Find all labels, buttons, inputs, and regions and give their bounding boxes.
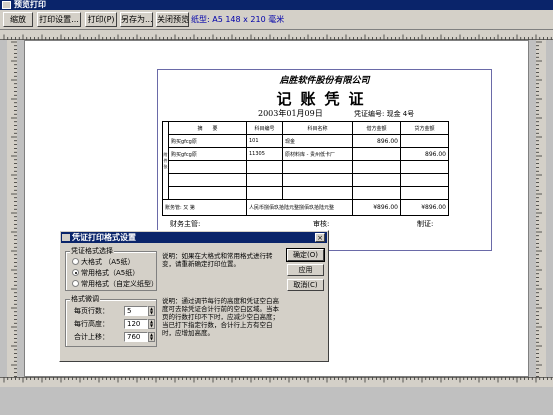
total-in-words: 人民币捌佰玖拾陆元整捌佰玖拾陆元整 [246, 199, 353, 216]
ok-button[interactable]: 确定(O) [286, 248, 325, 262]
voucher-date: 2003年01月09日 [258, 109, 323, 118]
format-select-group: 凭证格式选择 大格式 （A5纸） 常用格式（A5纸） 常用格式（自定义纸型） [65, 246, 158, 291]
radio-custom-label: 常用格式（自定义纸型） [81, 280, 158, 288]
sign-maker: 制证: [417, 220, 434, 228]
total-debit: ¥896.00 [352, 199, 401, 216]
row-debit: 896.00 [352, 134, 401, 148]
row-summary [168, 160, 247, 174]
table-header-row: 附件张 摘 要 科目编号 科目名称 借方金额 贷方金额 [162, 121, 449, 200]
row-height-spinner[interactable]: ▲ ▼ [148, 319, 155, 329]
radio-large-format[interactable]: 大格式 （A5纸） [72, 257, 134, 267]
total-offset-label: 合计上移： [74, 333, 109, 341]
format-description: 说明：如果在大格式和常用格式进行转变，请重新确定打印位置。 [162, 252, 273, 268]
row-credit [400, 173, 449, 187]
print-button[interactable]: 打印(P) [85, 12, 117, 27]
voucher-table: 附件张 摘 要 科目编号 科目名称 借方金额 贷方金额 购买gfcg原 101 … [162, 121, 449, 216]
row-debit [352, 173, 401, 187]
window-title: 预览打印 [14, 0, 46, 9]
radio-large-indicator[interactable] [72, 258, 79, 265]
row-summary: 购买gfcg原 [168, 134, 247, 148]
row-code [246, 173, 283, 187]
column-header-subject-code: 科目编号 [246, 121, 283, 135]
total-offset-input[interactable]: 760 [124, 332, 148, 342]
row-credit [400, 134, 449, 148]
row-summary [168, 186, 247, 200]
column-header-credit: 贷方金额 [400, 121, 449, 135]
dialog-title: 凭证打印格式设置 [72, 233, 136, 242]
sign-supervisor: 财务主管: [170, 220, 201, 228]
cancel-button[interactable]: 取消(C) [287, 279, 324, 291]
row-debit [352, 160, 401, 174]
table-total-row: 账务管: 又 第 人民币捌佰玖拾陆元整捌佰玖拾陆元整 ¥896.00 ¥896.… [162, 199, 449, 216]
row-summary [168, 173, 247, 187]
rows-per-page-input[interactable]: 5 [124, 306, 148, 316]
row-code: 11305 [246, 147, 283, 161]
total-label-text: 账务管: 又 第 [165, 205, 195, 211]
format-group-label: 凭证格式选择 [70, 246, 114, 256]
rows-per-page-spinner[interactable]: ▲ ▼ [148, 306, 155, 316]
total-offset-row: 合计上移： 760 ▲ ▼ [74, 332, 155, 342]
column-header-summary: 摘 要 [168, 121, 247, 135]
print-setup-button[interactable]: 打印设置... [37, 12, 81, 27]
row-summary: 购买gfcg原 [168, 147, 247, 161]
rows-per-page-label: 每页行数： [74, 307, 109, 315]
row-name [282, 160, 353, 174]
app-icon [2, 1, 11, 9]
close-preview-button[interactable]: 关闭预览 [156, 12, 189, 27]
voucher-title: 记账凭证 [276, 90, 373, 108]
radio-custom-format[interactable]: 常用格式（自定义纸型） [72, 279, 158, 289]
voucher-print-format-dialog: 凭证打印格式设置 × 凭证格式选择 大格式 （A5纸） 常用格式（A5纸） 常用… [59, 230, 329, 362]
fine-tune-description: 说明：通过调节每行的高度和凭证空白高度可去除凭证合计行前的空白区域。当本页的行数… [162, 297, 279, 337]
save-as-button[interactable]: 另存为... [120, 12, 153, 27]
row-name [282, 186, 353, 200]
radio-common-format[interactable]: 常用格式（A5纸） [72, 268, 139, 278]
total-offset-spinner[interactable]: ▲ ▼ [148, 332, 155, 342]
table-row: 购买gfcg原 101 现金 896.00 [163, 134, 449, 148]
paper-size-info: 纸型: A5 148 x 210 毫米 [191, 15, 285, 24]
radio-common-indicator[interactable] [72, 269, 79, 276]
radio-large-label: 大格式 （A5纸） [81, 258, 135, 266]
row-credit: 896.00 [400, 147, 449, 161]
table-row: 购买gfcg原 11305 原材料库 - 贵州低卡厂 896.00 [163, 147, 449, 161]
dialog-icon [62, 234, 70, 241]
fine-tune-group-label: 格式微调 [70, 294, 100, 304]
voucher-number: 凭证编号: 现金 4号 [354, 110, 415, 118]
row-code: 101 [246, 134, 283, 148]
dialog-titlebar: 凭证打印格式设置 × [61, 232, 327, 243]
radio-common-label: 常用格式（A5纸） [81, 269, 140, 277]
total-credit: ¥896.00 [400, 199, 449, 216]
fine-tune-group: 格式微调 每页行数： 5 ▲ ▼ 每行高度： 120 ▲ ▼ 合计上移： 760 ▲… [65, 294, 157, 347]
row-debit [352, 147, 401, 161]
column-header-debit: 借方金额 [352, 121, 401, 135]
row-height-label: 每行高度： [74, 320, 109, 328]
top-ruler [0, 30, 553, 40]
toolbar: 缩放 打印设置... 打印(P) 另存为... 关闭预览 纸型: A5 148 … [0, 10, 553, 30]
table-row [163, 186, 449, 200]
bottom-ruler [0, 377, 553, 387]
row-code [246, 186, 283, 200]
row-height-input[interactable]: 120 [124, 319, 148, 329]
row-height-row: 每行高度： 120 ▲ ▼ [74, 319, 155, 329]
left-ruler [7, 40, 17, 377]
row-credit [400, 186, 449, 200]
sign-audit: 审核: [313, 220, 330, 228]
table-row [163, 160, 449, 174]
apply-button[interactable]: 应用 [287, 264, 324, 276]
row-name: 原材料库 - 贵州低卡厂 [282, 147, 353, 161]
row-debit [352, 186, 401, 200]
row-name: 现金 [282, 134, 353, 148]
total-label: 账务管: 又 第 [162, 199, 247, 216]
window-titlebar: 预览打印 [0, 0, 553, 10]
column-header-subject-name: 科目名称 [282, 121, 353, 135]
table-row [163, 173, 449, 187]
rows-per-page-row: 每页行数： 5 ▲ ▼ [74, 306, 155, 316]
right-ruler [536, 40, 546, 377]
dialog-close-button[interactable]: × [315, 233, 325, 242]
zoom-button[interactable]: 缩放 [3, 12, 33, 27]
row-code [246, 160, 283, 174]
row-name [282, 173, 353, 187]
radio-custom-indicator[interactable] [72, 280, 79, 287]
row-credit [400, 160, 449, 174]
company-name: 启胜软件股份有限公司 [279, 76, 370, 86]
